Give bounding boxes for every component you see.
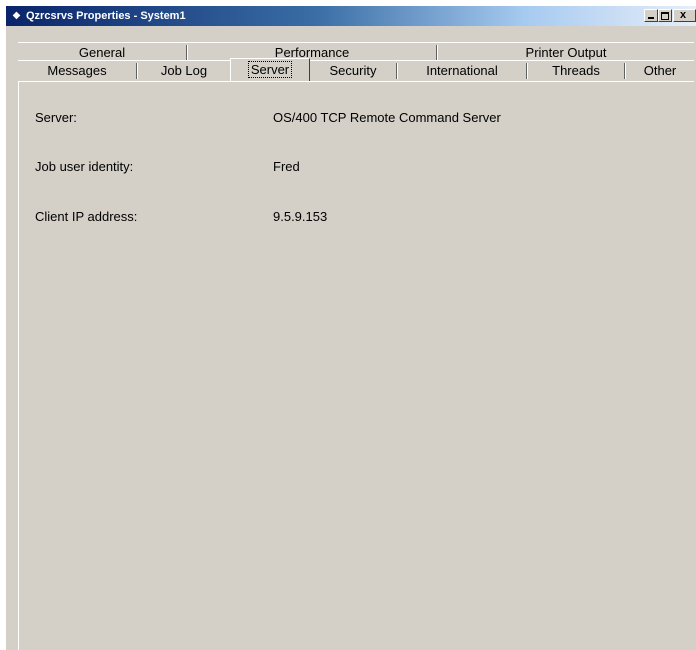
tab-security[interactable]: Security xyxy=(310,61,396,81)
server-label: Server: xyxy=(35,110,77,125)
job-user-identity-value: Fred xyxy=(273,159,300,174)
properties-window: ◆ Qzrcsrvs Properties - System1 x Genera… xyxy=(6,6,696,650)
close-button[interactable]: x xyxy=(673,9,696,22)
maximize-button[interactable] xyxy=(658,9,672,22)
client-ip-address-value: 9.5.9.153 xyxy=(273,209,328,224)
tab-other[interactable]: Other xyxy=(626,61,694,81)
title-bar[interactable]: ◆ Qzrcsrvs Properties - System1 x xyxy=(6,6,696,26)
tab-job-log[interactable]: Job Log xyxy=(138,61,230,81)
tab-row-2: Messages Job Log Server Security Interna… xyxy=(18,58,694,82)
minimize-button[interactable] xyxy=(644,9,658,22)
client-ip-address-label: Client IP address: xyxy=(35,209,138,224)
server-value: OS/400 TCP Remote Command Server xyxy=(273,110,501,125)
app-icon: ◆ xyxy=(12,10,21,21)
minimize-icon xyxy=(648,17,654,19)
close-icon: x xyxy=(680,9,687,21)
maximize-icon xyxy=(661,12,669,20)
server-tab-panel: Server: OS/400 TCP Remote Command Server… xyxy=(18,81,694,650)
tab-threads[interactable]: Threads xyxy=(528,61,624,81)
tab-server[interactable]: Server xyxy=(230,58,310,82)
tab-international[interactable]: International xyxy=(398,61,526,81)
job-user-identity-label: Job user identity: xyxy=(35,159,134,174)
tab-messages[interactable]: Messages xyxy=(18,61,136,81)
window-title: Qzrcsrvs Properties - System1 xyxy=(26,10,186,22)
